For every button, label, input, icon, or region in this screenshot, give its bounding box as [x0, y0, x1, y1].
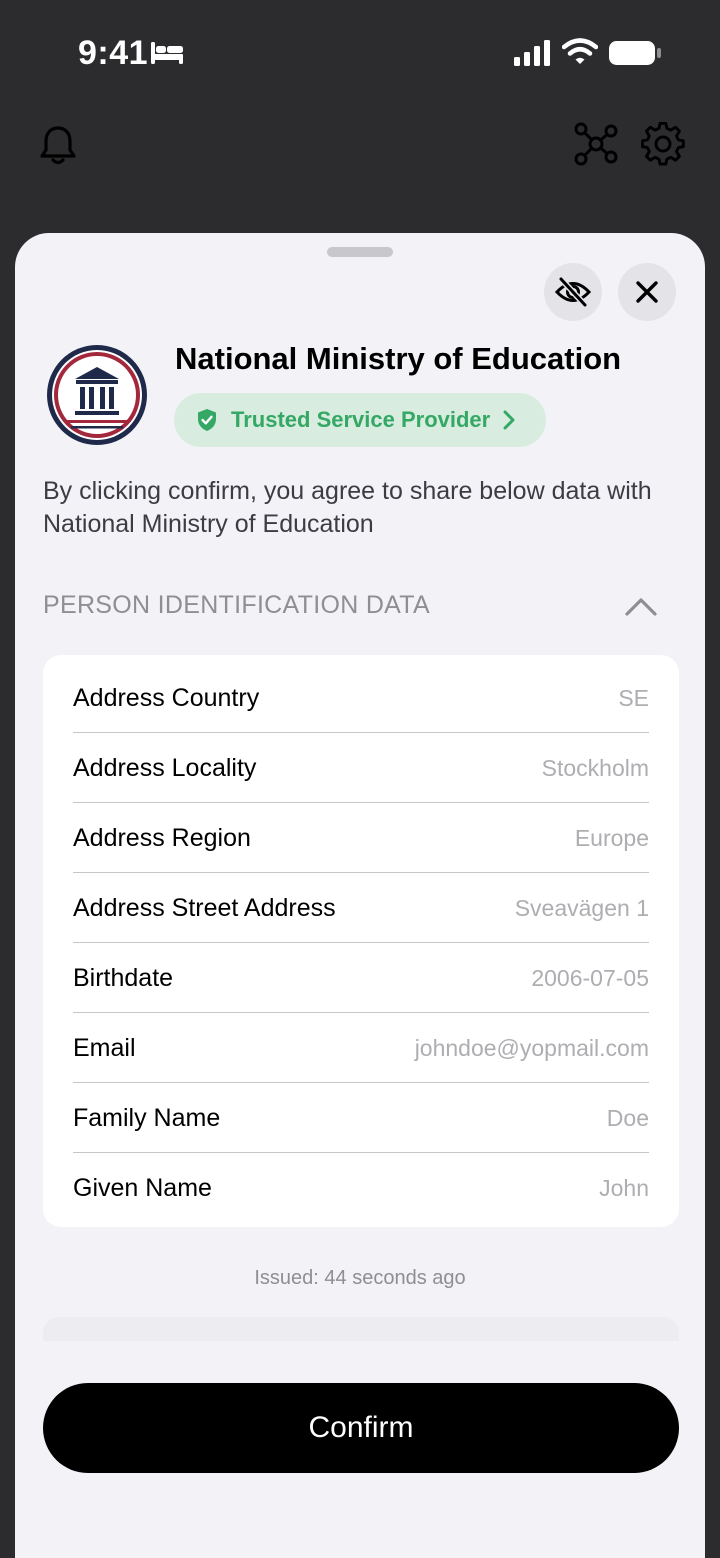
shield-check-icon	[198, 409, 216, 431]
table-row: Address Locality Stockholm	[73, 733, 649, 803]
wifi-icon	[562, 38, 598, 64]
table-row: Given Name John	[73, 1153, 649, 1223]
ministry-logo	[47, 345, 147, 445]
cellular-signal-icon	[514, 40, 550, 66]
close-icon	[636, 281, 658, 303]
field-value: Stockholm	[541, 754, 649, 781]
field-label: Address Country	[73, 683, 260, 712]
table-row: Email johndoe@yopmail.com	[73, 1013, 649, 1083]
consent-text: By clicking confirm, you agree to share …	[43, 477, 652, 538]
field-value: Doe	[606, 1104, 649, 1131]
field-label: Family Name	[73, 1103, 221, 1132]
issued-timestamp: Issued: 44 seconds ago	[254, 1267, 466, 1289]
field-label: Birthdate	[73, 963, 174, 992]
field-label: Address Street Address	[73, 893, 336, 922]
field-value: Sveavägen 1	[514, 894, 649, 921]
status-bar: 9:41	[0, 0, 720, 106]
field-value: SE	[618, 684, 649, 711]
table-row: Address Region Europe	[73, 803, 649, 873]
bell-icon[interactable]	[38, 124, 78, 166]
org-name: National Ministry of Education	[175, 341, 622, 376]
chevron-right-icon	[503, 410, 515, 430]
identification-data-card: Address Country SE Address Locality Stoc…	[43, 655, 679, 1227]
network-icon[interactable]	[574, 122, 618, 166]
field-label: Given Name	[73, 1173, 212, 1202]
field-label: Address Region	[73, 823, 251, 852]
hide-data-button[interactable]	[544, 263, 602, 321]
status-time: 9:41	[78, 34, 149, 72]
screen: 9:41 National Ministry of Education Trus…	[0, 0, 720, 1558]
field-label: Email	[73, 1033, 136, 1062]
consent-sheet: National Ministry of Education Trusted S…	[15, 233, 705, 1558]
field-value: 2006-07-05	[531, 964, 649, 991]
table-row: Address Street Address Sveavägen 1	[73, 873, 649, 943]
table-row: Birthdate 2006-07-05	[73, 943, 649, 1013]
field-value: John	[599, 1174, 649, 1201]
bed-icon	[151, 42, 183, 64]
field-value: Europe	[574, 824, 649, 851]
eye-slash-icon	[555, 277, 591, 307]
battery-icon	[609, 41, 661, 65]
field-value: johndoe@yopmail.com	[414, 1034, 649, 1061]
chevron-up-icon[interactable]	[625, 597, 657, 617]
sheet-grabber[interactable]	[327, 247, 393, 257]
section-title[interactable]: PERSON IDENTIFICATION DATA	[43, 591, 430, 620]
table-row: Family Name Doe	[73, 1083, 649, 1153]
confirm-label: Confirm	[308, 1411, 414, 1444]
trusted-provider-badge[interactable]: Trusted Service Provider	[174, 393, 546, 447]
field-label: Address Locality	[73, 753, 257, 782]
close-button[interactable]	[618, 263, 676, 321]
gear-icon[interactable]	[641, 122, 685, 166]
table-row: Address Country SE	[73, 663, 649, 733]
confirm-button[interactable]: Confirm	[43, 1383, 679, 1473]
trusted-provider-label: Trusted Service Provider	[231, 407, 491, 432]
